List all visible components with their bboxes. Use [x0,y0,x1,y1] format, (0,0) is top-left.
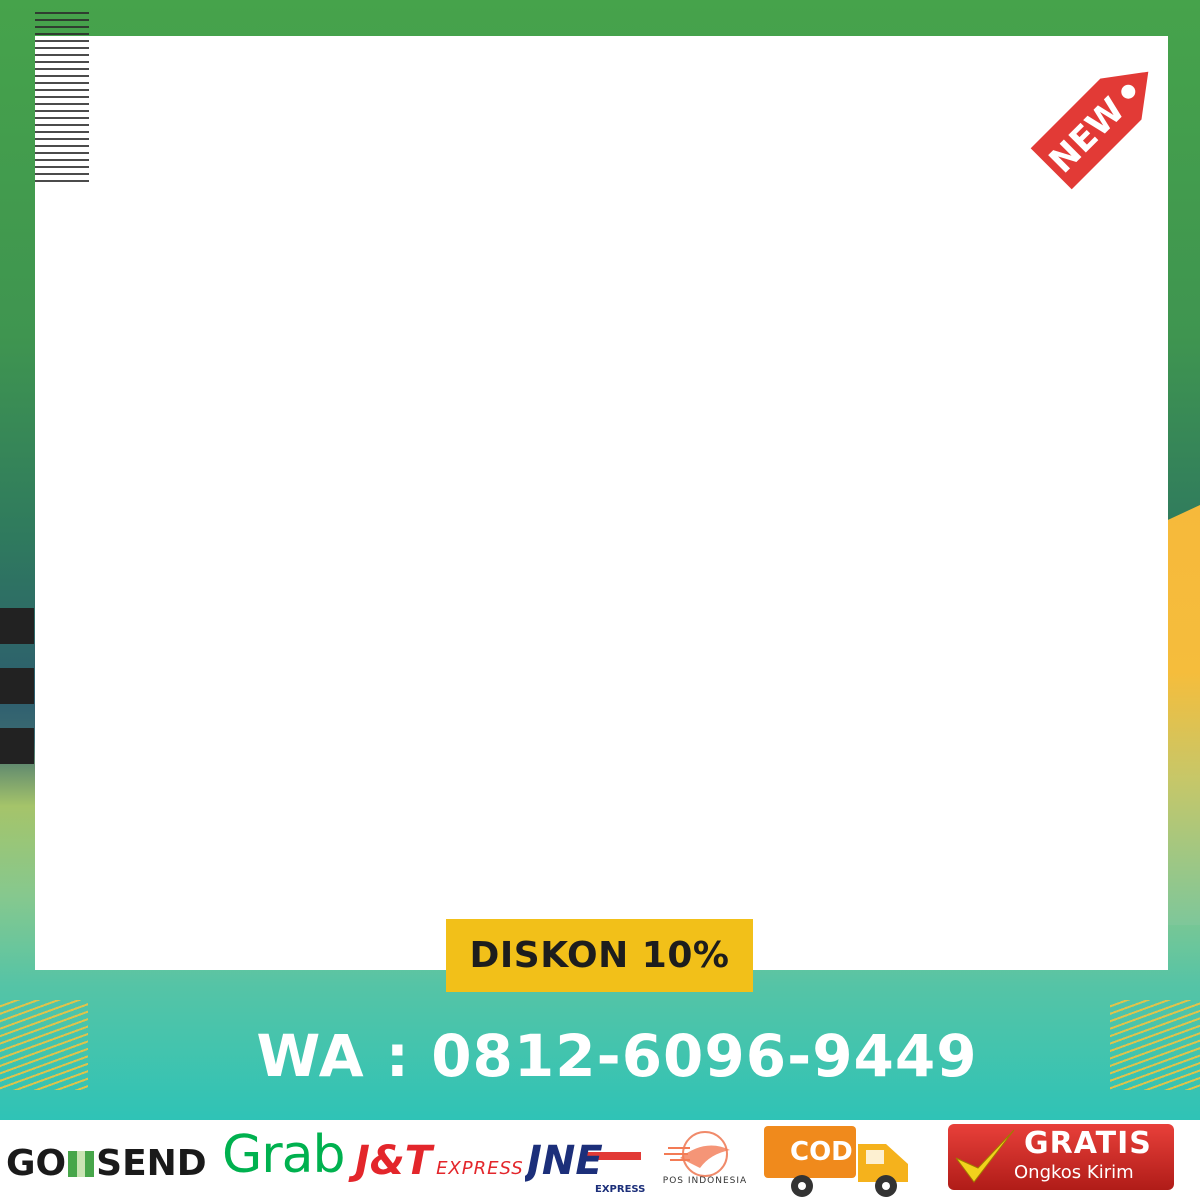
pos-label: POS INDONESIA [662,1176,748,1186]
cod-label: COD [790,1137,853,1167]
dark-stripes-left [0,608,34,764]
jnt-sub: EXPRESS [436,1158,524,1179]
jne-main: JNE [525,1138,603,1184]
jnt-logo: J&T EXPRESS [355,1138,524,1184]
jne-logo: JNE EXPRESS [525,1138,645,1195]
new-tag-badge: NEW [1027,69,1151,193]
jnt-main: J&T [355,1138,433,1184]
gosend-send: SEND [96,1143,207,1184]
jne-sub: EXPRESS [595,1184,645,1195]
free-shipping-badge: GRATIS Ongkos Kirim [948,1124,1174,1190]
whatsapp-contact: WA : 0812-6096-9449 [256,1022,978,1090]
checkmark-icon [955,1129,1015,1183]
gosend-go: GO [6,1143,67,1184]
gosend-box-icon [68,1150,95,1177]
grab-logo: Grab [222,1125,346,1185]
yellow-accent-right [1164,505,1200,925]
discount-banner: DISKON 10% [446,919,753,992]
product-image-area [35,36,1168,970]
gosend-logo: GO SEND [6,1143,207,1184]
hatch-pattern-top-left [35,12,89,182]
cod-truck-logo: COD [764,1126,908,1197]
gratis-title: GRATIS [1024,1126,1152,1161]
pos-indonesia-logo: POS INDONESIA [650,1128,760,1198]
pos-bird-icon [664,1131,730,1177]
gratis-subtitle: Ongkos Kirim [1014,1162,1134,1183]
